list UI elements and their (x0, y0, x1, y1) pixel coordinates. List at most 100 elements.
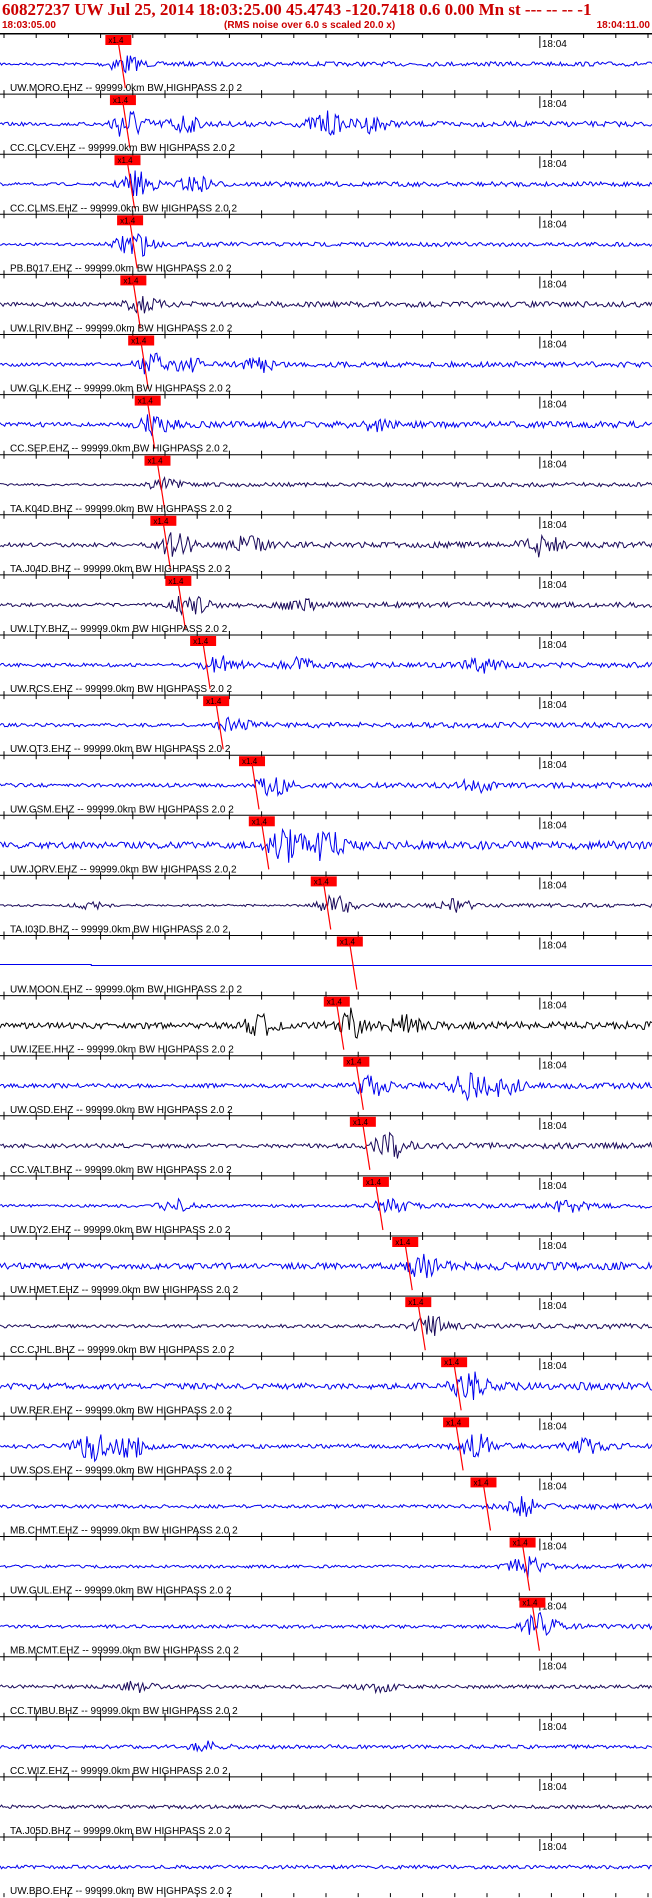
minute-marker-label: 18:04 (542, 1241, 567, 1252)
minute-marker-label: 18:04 (542, 219, 567, 230)
minute-marker-label: 18:04 (542, 1662, 567, 1673)
minute-marker-label: 18:04 (542, 279, 567, 290)
waveform-trace (0, 55, 652, 74)
station-label: UW.GLK.EHZ -- 99999.0km BW HIGHPASS 2.0 … (10, 384, 231, 395)
waveform-trace (0, 827, 652, 863)
pick-tag-label: x1.4 (366, 1178, 382, 1187)
pick-tag-label: x1.4 (314, 877, 330, 886)
minute-marker-label: 18:04 (542, 340, 567, 351)
station-label: TA.J04D.BHZ -- 99999.0km BW HIGHPASS 2.0… (10, 564, 231, 575)
minute-marker-label: 18:04 (542, 760, 567, 771)
station-label: UW.MOON.EHZ -- 99999.0km BW HIGHPASS 2.0… (10, 985, 243, 996)
station-label: CC.TMBU.BHZ -- 99999.0km BW HIGHPASS 2.0… (10, 1706, 238, 1717)
pick-tag-label: x1.4 (395, 1238, 411, 1247)
waveform-trace (0, 1864, 652, 1870)
minute-marker-label: 18:04 (542, 640, 567, 651)
minute-marker-label: 18:04 (542, 1722, 567, 1733)
minute-marker-label: 18:04 (542, 1301, 567, 1312)
station-label: UW.DY2.EHZ -- 99999.0km BW HIGHPASS 2.0 … (10, 1225, 231, 1236)
station-label: UW.SOS.EHZ -- 99999.0km BW HIGHPASS 2.0 … (10, 1465, 233, 1476)
station-label: TA.J05D.BHZ -- 99999.0km BW HIGHPASS 2.0… (10, 1826, 231, 1837)
station-label: PB.B017.EHZ -- 99999.0km BW HIGHPASS 2.0… (10, 263, 232, 274)
waveform-trace (0, 964, 652, 966)
waveform-trace (0, 352, 652, 375)
minute-marker-label: 18:04 (542, 1421, 567, 1432)
minute-marker-label: 18:04 (542, 1481, 567, 1492)
minute-marker-label: 18:04 (542, 1061, 567, 1072)
waveform-trace (0, 1197, 652, 1214)
station-label: CC.VALT.BHZ -- 99999.0km BW HIGHPASS 2.0… (10, 1165, 232, 1176)
pick-tag-label: x1.4 (353, 1118, 369, 1127)
minute-marker-label: 18:04 (542, 1602, 567, 1613)
event-title: 60827237 UW Jul 25, 2014 18:03:25.00 45.… (2, 0, 592, 19)
pick-tag-label: x1.4 (473, 1478, 489, 1487)
minute-marker-label: 18:04 (542, 99, 567, 110)
waveform-trace (0, 716, 652, 733)
minute-marker-label: 18:04 (542, 820, 567, 831)
pick-tag-label: x1.4 (153, 517, 169, 526)
station-label: CC.CJHL.BHZ -- 99999.0km BW HIGHPASS 2.0… (10, 1345, 235, 1356)
pick-tag-label: x1.4 (108, 36, 124, 45)
station-label: TA.I03D.BHZ -- 99999.0km BW HIGHPASS 2.0… (10, 925, 228, 936)
waveform-trace (0, 1253, 652, 1279)
pick-tag-label: x1.4 (113, 96, 129, 105)
station-label: UW.MORO.EHZ -- 99999.0km BW HIGHPASS 2.0… (10, 83, 243, 94)
waveform-trace (0, 1072, 652, 1102)
station-label: UW.HMET.EHZ -- 99999.0km BW HIGHPASS 2.0… (10, 1285, 239, 1296)
waveform-trace (0, 110, 652, 137)
station-label: MB.MCMT.EHZ -- 99999.0km BW HIGHPASS 2.0… (10, 1646, 239, 1657)
end-time-label: 18:04:11.00 (596, 20, 650, 31)
minute-marker-label: 18:04 (542, 1121, 567, 1132)
pick-tag-label: x1.4 (252, 817, 268, 826)
minute-marker-label: 18:04 (542, 39, 567, 50)
minute-marker-label: 18:04 (542, 1001, 567, 1012)
noise-scaling-note: (RMS noise over 6.0 s scaled 20.0 x) (224, 20, 396, 31)
minute-marker-label: 18:04 (542, 1782, 567, 1793)
pick-tag-label: x1.4 (327, 998, 343, 1007)
minute-marker-label: 18:04 (542, 159, 567, 170)
station-label: CC.WIZ.EHZ -- 99999.0km BW HIGHPASS 2.0 … (10, 1766, 228, 1777)
station-label: UW.GSM.EHZ -- 99999.0km BW HIGHPASS 2.0 … (10, 804, 234, 815)
station-label: UW.OSD.EHZ -- 99999.0km BW HIGHPASS 2.0 … (10, 1105, 233, 1116)
pick-tag-label: x1.4 (117, 156, 133, 165)
waveform-trace (0, 1371, 652, 1401)
minute-marker-label: 18:04 (542, 520, 567, 531)
pick-tag-label: x1.4 (346, 1058, 362, 1067)
waveform-trace (0, 1007, 652, 1039)
minute-marker-label: 18:04 (542, 700, 567, 711)
pick-tag-label: x1.4 (206, 697, 222, 706)
station-label: UW.LTY.BHZ -- 99999.0km BW HIGHPASS 2.0 … (10, 624, 228, 635)
minute-marker-label: 18:04 (542, 460, 567, 471)
pick-tag-label: x1.4 (131, 337, 147, 346)
minute-marker-label: 18:04 (542, 941, 567, 952)
waveform-trace (0, 233, 652, 257)
minute-marker-label: 18:04 (542, 1181, 567, 1192)
station-label: UW.IZEE.HHZ -- 99999.0km BW HIGHPASS 2.0… (10, 1045, 234, 1056)
waveform-trace (0, 1804, 652, 1810)
station-label: UW.RER.EHZ -- 99999.0km BW HIGHPASS 2.0 … (10, 1405, 233, 1416)
waveform-trace (0, 532, 652, 558)
station-label: MB.CHMT.EHZ -- 99999.0km BW HIGHPASS 2.0… (10, 1526, 238, 1537)
minute-marker-label: 18:04 (542, 400, 567, 411)
seismogram-plot: 18:04 x1.4 UW.MORO.EHZ -- 99999.0km BW HIG… (0, 34, 652, 1898)
station-label: UW.LRIV.BHZ -- 99999.0km BW HIGHPASS 2.0… (10, 324, 233, 335)
waveform-trace (0, 414, 652, 437)
waveform-trace (0, 1315, 652, 1336)
waveform-trace (0, 777, 652, 798)
waveform-trace (0, 476, 652, 491)
start-time-label: 18:03:05.00 (2, 20, 56, 31)
minute-marker-label: 18:04 (542, 1842, 567, 1853)
pick-tag-label: x1.4 (193, 637, 209, 646)
minute-marker-label: 18:04 (542, 580, 567, 591)
station-label: UW.GUL.EHZ -- 99999.0km BW HIGHPASS 2.0 … (10, 1586, 232, 1597)
pick-tag-label: x1.4 (408, 1298, 424, 1307)
waveform-trace (0, 595, 652, 617)
record-header: 60827237 UW Jul 25, 2014 18:03:25.00 45.… (0, 0, 652, 34)
waveform-trace (0, 295, 652, 314)
minute-marker-label: 18:04 (542, 880, 567, 891)
waveform-trace (0, 1680, 652, 1695)
waveform-trace (0, 1131, 652, 1159)
pick-tag-label: x1.4 (138, 397, 154, 406)
waveform-trace (0, 1433, 652, 1463)
pick-tag-label: x1.4 (522, 1599, 538, 1608)
